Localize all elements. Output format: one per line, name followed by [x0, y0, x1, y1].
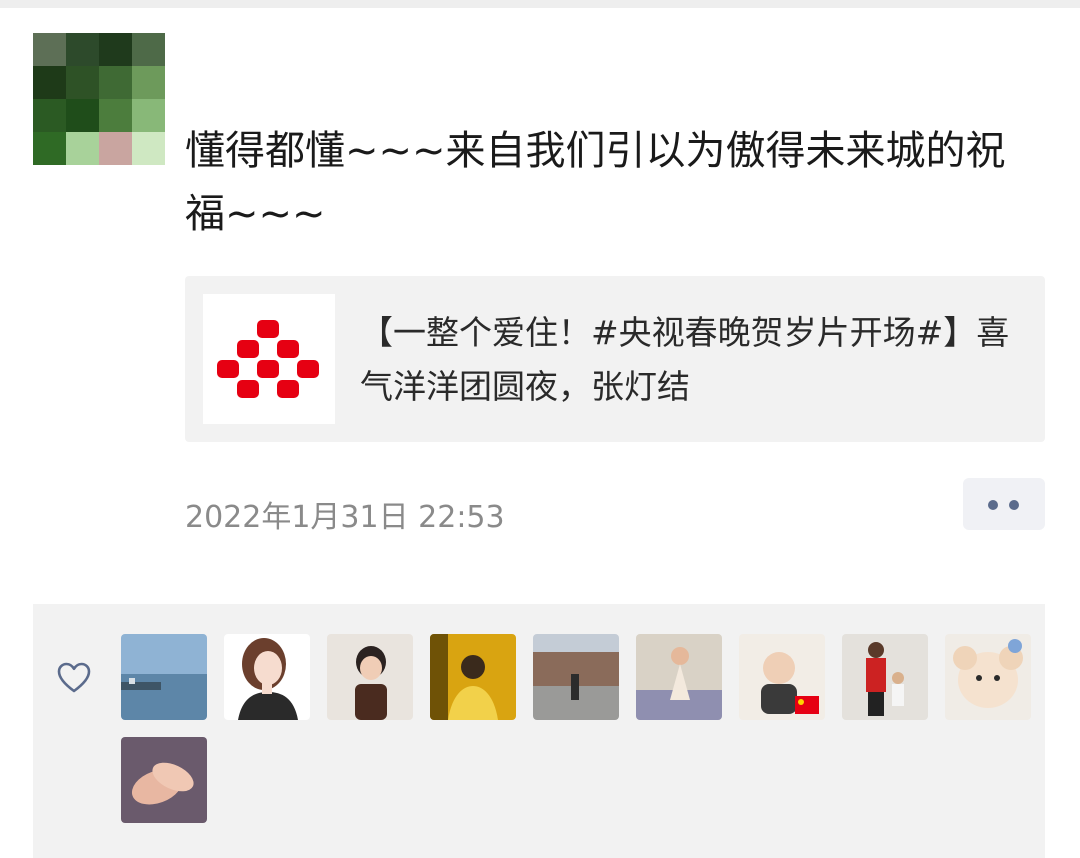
holding-hands-avatar[interactable] [121, 737, 207, 823]
top-separator [0, 0, 1080, 8]
post-timestamp: 2022年1月31日 22:53 [185, 500, 505, 535]
girl-photo-avatar[interactable] [327, 634, 413, 720]
ellipsis-icon [1009, 500, 1019, 510]
ellipsis-icon [988, 500, 998, 510]
lake-scene-avatar[interactable] [121, 634, 207, 720]
street-scene-avatar[interactable] [533, 634, 619, 720]
poster-avatar[interactable] [33, 33, 165, 165]
likes-panel [33, 604, 1045, 858]
plush-toy-avatar[interactable] [945, 634, 1031, 720]
illustrated-woman-avatar[interactable] [224, 634, 310, 720]
cctv-logo-icon [217, 320, 319, 398]
link-thumbnail [203, 294, 335, 424]
boy-photo-avatar[interactable] [842, 634, 928, 720]
post-text: 懂得都懂~~~来自我们引以为傲得未来城的祝福~~~ [185, 128, 1006, 237]
child-flowers-avatar[interactable] [636, 634, 722, 720]
more-actions-button[interactable] [963, 478, 1045, 530]
shared-link-card[interactable]: 【一整个爱住！#央视春晚贺岁片开场#】喜气洋洋团圆夜，张灯结 [185, 276, 1045, 442]
link-title: 【一整个爱住！#央视春晚贺岁片开场#】喜气洋洋团圆夜，张灯结 [360, 313, 1010, 406]
baby-flag-avatar[interactable] [739, 634, 825, 720]
heart-outline-icon [57, 662, 91, 693]
man-singing-avatar[interactable] [430, 634, 516, 720]
